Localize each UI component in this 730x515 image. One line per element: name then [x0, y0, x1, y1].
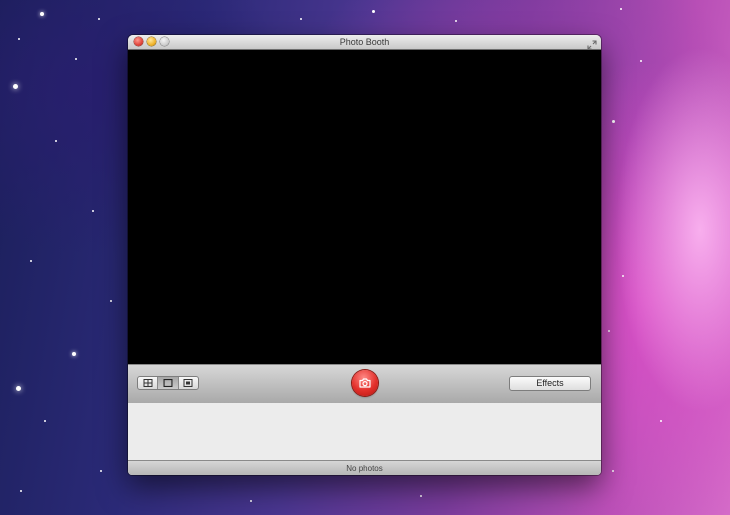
title-bar[interactable]: Photo Booth	[128, 35, 601, 50]
four-up-view-button[interactable]	[138, 377, 159, 389]
star	[92, 210, 94, 212]
star	[16, 386, 21, 391]
star	[620, 8, 622, 10]
star	[300, 18, 302, 20]
star	[660, 420, 662, 422]
effects-button[interactable]: Effects	[509, 376, 591, 391]
star	[640, 60, 642, 62]
view-mode-selector	[137, 376, 199, 390]
photo-tray[interactable]	[128, 403, 601, 460]
grid-4-icon	[143, 379, 153, 387]
video-view-button[interactable]	[179, 377, 198, 389]
star	[72, 352, 76, 356]
star	[100, 470, 102, 472]
star	[110, 300, 112, 302]
star	[40, 12, 44, 16]
camera-preview	[128, 50, 601, 364]
star	[98, 18, 100, 20]
star	[30, 260, 32, 262]
photo-booth-window: Photo Booth Effects No photos	[128, 35, 601, 475]
take-photo-button[interactable]	[352, 370, 378, 396]
star	[612, 470, 614, 472]
single-frame-icon	[163, 379, 173, 387]
status-bar: No photos	[128, 460, 601, 475]
star	[612, 120, 615, 123]
camera-icon	[359, 378, 371, 388]
star	[75, 58, 77, 60]
star	[44, 420, 46, 422]
star	[622, 275, 624, 277]
star	[55, 140, 57, 142]
film-strip-icon	[183, 379, 193, 387]
fullscreen-icon[interactable]	[587, 37, 597, 50]
star	[250, 500, 252, 502]
star	[608, 330, 610, 332]
star	[18, 38, 20, 40]
star	[20, 490, 22, 492]
star	[420, 495, 422, 497]
star	[372, 10, 375, 13]
star	[455, 20, 457, 22]
window-title: Photo Booth	[339, 37, 390, 47]
control-bar: Effects	[128, 364, 601, 404]
single-view-button[interactable]	[158, 377, 179, 389]
star	[13, 84, 18, 89]
status-text: No photos	[346, 464, 383, 473]
